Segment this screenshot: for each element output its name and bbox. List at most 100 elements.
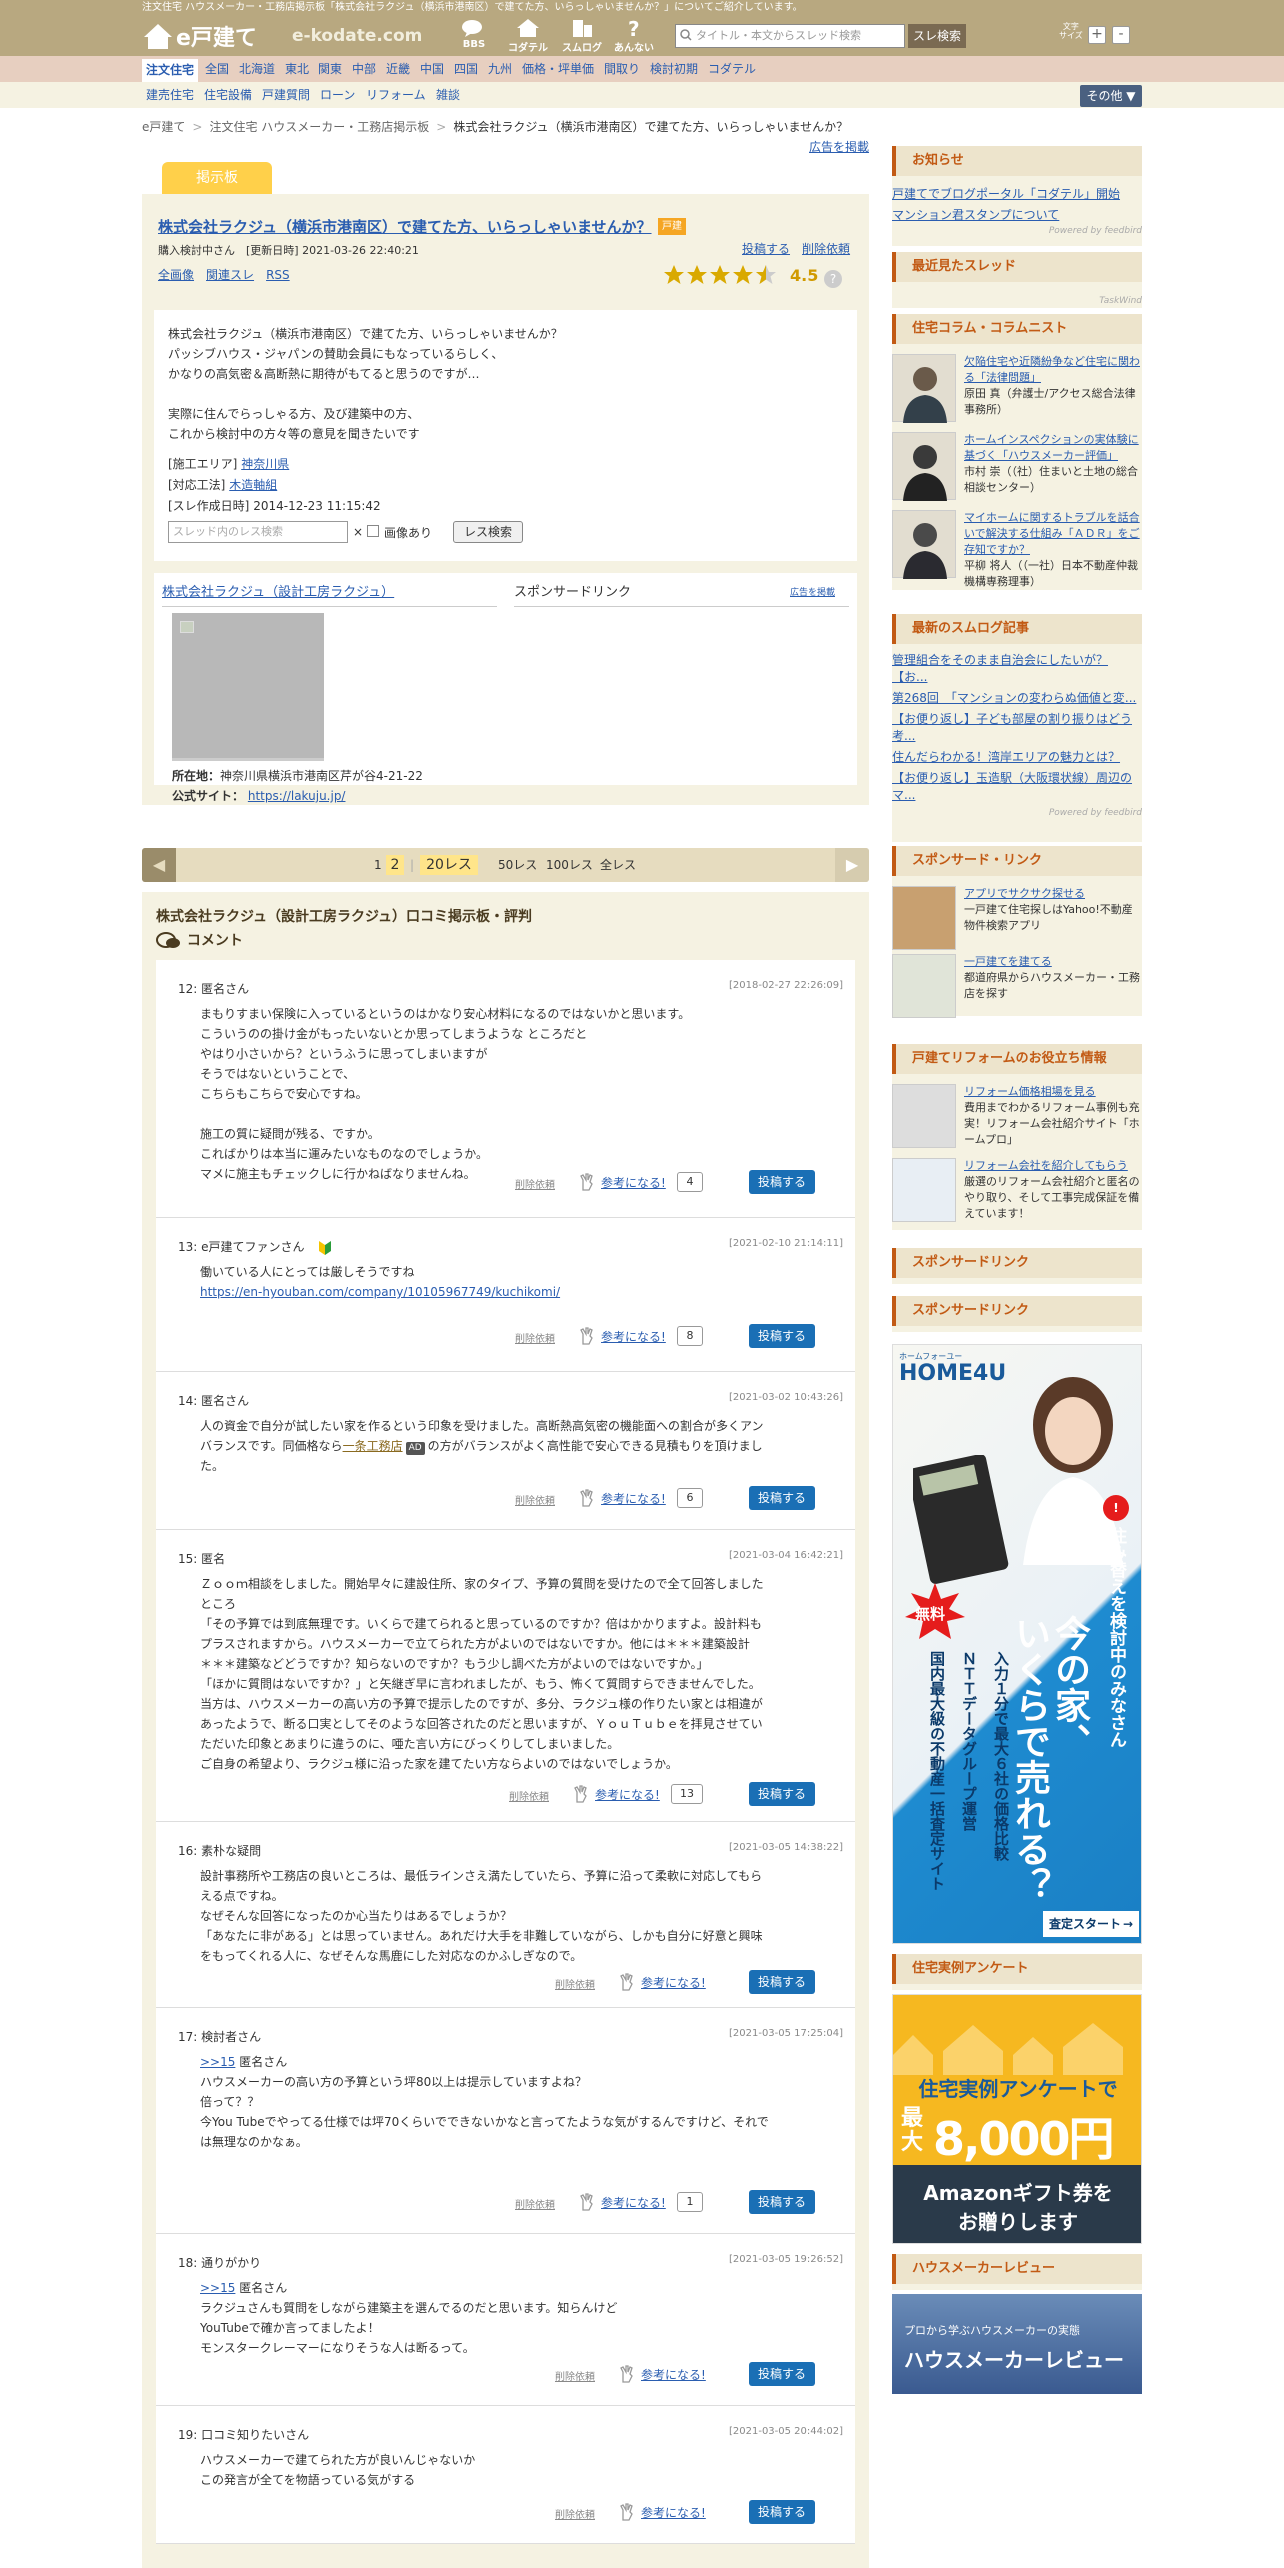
area-link[interactable]: 神奈川県 bbox=[241, 457, 289, 471]
site-logo[interactable]: e戸建て bbox=[142, 19, 282, 53]
nav-guide[interactable]: ? あんない bbox=[612, 18, 656, 54]
region-tab-shikoku[interactable]: 四国 bbox=[454, 56, 478, 82]
per-page-100[interactable]: 100レス bbox=[546, 848, 593, 882]
column-link[interactable]: マイホームに関するトラブルを話合いで解決する仕組み「ＡＤＲ」をご存知ですか？ bbox=[964, 511, 1140, 556]
helpful-link[interactable]: 参考になる! bbox=[601, 1490, 666, 1507]
reply-post-button[interactable]: 投稿する bbox=[749, 1970, 815, 1994]
sponsor-link[interactable]: アプリでサクサク探せる bbox=[964, 887, 1085, 900]
home4u-cta-button[interactable]: 査定スタート → bbox=[1043, 1911, 1139, 1937]
nav-bbs[interactable]: BBS bbox=[452, 18, 496, 50]
post-inline-link[interactable]: 一条工務店 bbox=[343, 1439, 403, 1453]
helpful-link[interactable]: 参考になる! bbox=[601, 1328, 666, 1345]
sponsor-ad-link[interactable]: 広告を掲載 bbox=[790, 585, 835, 598]
reply-post-button[interactable]: 投稿する bbox=[749, 1170, 815, 1194]
helpful-link[interactable]: 参考になる! bbox=[601, 1174, 666, 1191]
company-link[interactable]: 株式会社ラクジュ（設計工房ラクジュ） bbox=[162, 585, 394, 600]
region-tab-hokkaido[interactable]: 北海道 bbox=[239, 56, 275, 82]
subnav-questions[interactable]: 戸建質問 bbox=[262, 82, 310, 108]
company-image[interactable] bbox=[172, 613, 324, 761]
clear-search-icon[interactable]: × bbox=[353, 525, 363, 539]
smolog-item[interactable]: 住んだらわかる！湾岸エリアの魅力とは？ bbox=[892, 749, 1142, 766]
helpful-link[interactable]: 参考になる! bbox=[595, 1786, 660, 1803]
thread-title[interactable]: 株式会社ラクジュ（横浜市港南区）で建てた方、いらっしゃいませんか？ bbox=[158, 216, 652, 237]
reply-post-button[interactable]: 投稿する bbox=[749, 1782, 815, 1806]
font-size-minus-button[interactable]: - bbox=[1112, 26, 1130, 44]
other-menu-button[interactable]: その他 ▼ bbox=[1080, 85, 1142, 107]
region-tab-custom-home[interactable]: 注文住宅 bbox=[142, 59, 199, 82]
smolog-item[interactable]: 【お便り返し】玉造駅（大阪環状線）周辺のマ... bbox=[892, 770, 1142, 804]
subnav-reform[interactable]: リフォーム bbox=[366, 82, 426, 108]
post-link[interactable]: 投稿する bbox=[742, 242, 790, 256]
nav-kodateru[interactable]: コダテル bbox=[506, 18, 550, 54]
subnav-tateuri[interactable]: 建売住宅 bbox=[146, 82, 194, 108]
font-size-plus-button[interactable]: + bbox=[1088, 26, 1106, 44]
reply-post-button[interactable]: 投稿する bbox=[749, 2500, 815, 2524]
reply-anchor-link[interactable]: >>15 bbox=[200, 2281, 235, 2295]
post-delete-link[interactable]: 削除依頼 bbox=[515, 1330, 555, 1345]
post-delete-link[interactable]: 削除依頼 bbox=[555, 1976, 595, 1991]
region-tab-kanto[interactable]: 関東 bbox=[318, 56, 342, 82]
method-link[interactable]: 木造軸組 bbox=[229, 478, 277, 492]
column-link[interactable]: ホームインスペクションの実体験に基づく「ハウスメーカー評価」 bbox=[964, 433, 1139, 462]
region-tab-all[interactable]: 全国 bbox=[205, 56, 229, 82]
smolog-item[interactable]: 【お便り返し】子ども部屋の割り振りはどう考... bbox=[892, 711, 1142, 745]
region-tab-tohoku[interactable]: 東北 bbox=[285, 56, 309, 82]
helpful-link[interactable]: 参考になる! bbox=[601, 2194, 666, 2211]
prev-page-button[interactable]: ◀ bbox=[142, 848, 176, 882]
region-tab-layout[interactable]: 間取り bbox=[604, 56, 640, 82]
news-item[interactable]: 戸建てでブログポータル「コダテル」開始 bbox=[892, 184, 1142, 205]
home4u-ad-banner[interactable]: ホームフォーユー HOME4U 無料 ! 住み替えを検討中のみなさん 今の家、い… bbox=[892, 1344, 1142, 1944]
reply-post-button[interactable]: 投稿する bbox=[749, 2362, 815, 2386]
company-site-link[interactable]: https://lakuju.jp/ bbox=[248, 789, 346, 803]
review-ad-banner[interactable]: プロから学ぶハウスメーカーの実態 ハウスメーカーレビュー bbox=[892, 2294, 1142, 2394]
post-delete-link[interactable]: 削除依頼 bbox=[555, 2506, 595, 2521]
reply-post-button[interactable]: 投稿する bbox=[749, 1324, 815, 1348]
helpful-link[interactable]: 参考になる! bbox=[641, 2366, 706, 2383]
reform-link[interactable]: リフォーム会社を紹介してもらう bbox=[964, 1159, 1128, 1172]
smolog-item[interactable]: 管理組合をそのまま自治会にしたいが？【お... bbox=[892, 652, 1142, 686]
board-tab[interactable]: 掲示板 bbox=[162, 162, 272, 194]
ad-report-link[interactable]: 広告を掲載 bbox=[809, 138, 869, 155]
rss-link[interactable]: RSS bbox=[266, 268, 290, 282]
delete-request-link[interactable]: 削除依頼 bbox=[802, 242, 850, 256]
smolog-item[interactable]: 第268回 「マンションの変わらぬ価値と変... bbox=[892, 690, 1142, 707]
region-tab-chugoku[interactable]: 中国 bbox=[420, 56, 444, 82]
subnav-loan[interactable]: ローン bbox=[320, 82, 355, 108]
sponsor-link[interactable]: 一戸建てを建てる bbox=[964, 955, 1052, 968]
post-delete-link[interactable]: 削除依頼 bbox=[515, 1492, 555, 1507]
page-1[interactable]: 1 bbox=[374, 848, 382, 882]
region-tab-price[interactable]: 価格・坪単価 bbox=[522, 56, 594, 82]
all-images-link[interactable]: 全画像 bbox=[158, 268, 194, 282]
related-threads-link[interactable]: 関連スレ bbox=[206, 268, 254, 282]
region-tab-early[interactable]: 検討初期 bbox=[650, 56, 698, 82]
region-tab-kodateru[interactable]: コダテル bbox=[708, 56, 756, 82]
subnav-equipment[interactable]: 住宅設備 bbox=[204, 82, 252, 108]
region-tab-kyushu[interactable]: 九州 bbox=[488, 56, 512, 82]
next-page-button[interactable]: ▶ bbox=[835, 848, 869, 882]
breadcrumb-home[interactable]: e戸建て bbox=[142, 120, 185, 134]
post-delete-link[interactable]: 削除依頼 bbox=[555, 2368, 595, 2383]
region-tab-kinki[interactable]: 近畿 bbox=[386, 56, 410, 82]
in-thread-search-input[interactable]: スレッド内のレス検索 bbox=[168, 521, 348, 543]
news-item[interactable]: マンション君スタンプについて bbox=[892, 205, 1142, 226]
header-search-input[interactable]: タイトル・本文からスレッド検索 bbox=[675, 24, 905, 48]
helpful-link[interactable]: 参考になる! bbox=[641, 1974, 706, 1991]
reply-anchor-link[interactable]: >>15 bbox=[200, 2055, 235, 2069]
post-delete-link[interactable]: 削除依頼 bbox=[515, 1176, 555, 1191]
per-page-50[interactable]: 50レス bbox=[498, 848, 537, 882]
reform-link[interactable]: リフォーム価格相場を見る bbox=[964, 1085, 1096, 1098]
breadcrumb-board[interactable]: 注文住宅 ハウスメーカー・工務店掲示板 bbox=[209, 120, 429, 134]
reply-post-button[interactable]: 投稿する bbox=[749, 2190, 815, 2214]
survey-ad-banner[interactable]: 住宅実例アンケートで 最大 8,000円 Amazonギフト券を お贈りします bbox=[892, 1994, 1142, 2244]
subnav-chat[interactable]: 雑談 bbox=[436, 82, 460, 108]
reply-search-button[interactable]: レス検索 bbox=[453, 521, 523, 543]
post-delete-link[interactable]: 削除依頼 bbox=[509, 1788, 549, 1803]
post-external-link[interactable]: https://en-hyouban.com/company/101059677… bbox=[200, 1285, 560, 1299]
helpful-link[interactable]: 参考になる! bbox=[641, 2504, 706, 2521]
image-only-checkbox[interactable] bbox=[367, 525, 379, 537]
region-tab-chubu[interactable]: 中部 bbox=[352, 56, 376, 82]
nav-sumulog[interactable]: スムログ bbox=[560, 18, 604, 54]
column-link[interactable]: 欠陥住宅や近隣紛争など住宅に関わる「法律問題」 bbox=[964, 355, 1140, 384]
per-page-all[interactable]: 全レス bbox=[600, 848, 636, 882]
post-delete-link[interactable]: 削除依頼 bbox=[515, 2196, 555, 2211]
